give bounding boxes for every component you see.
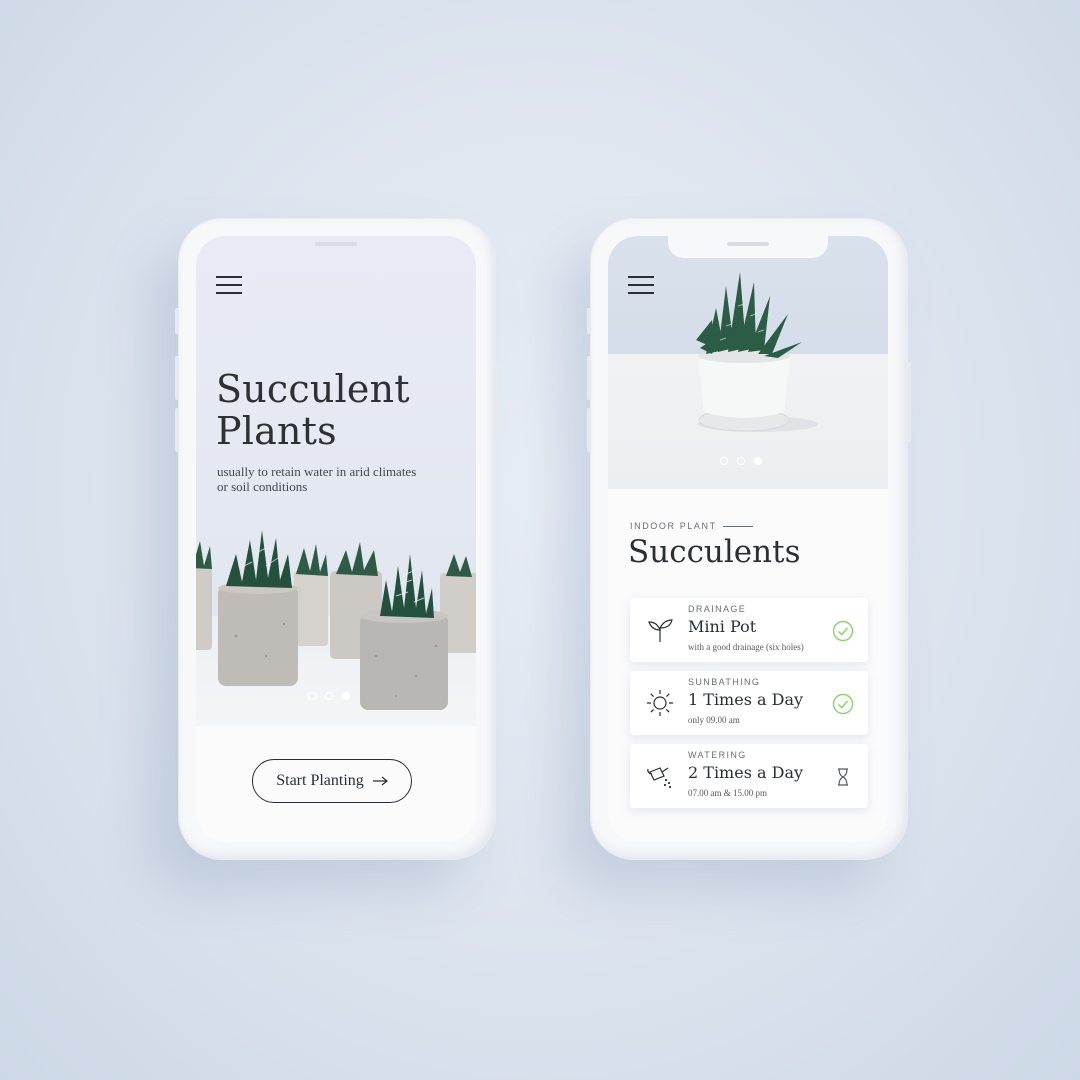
title-line-2: Plants: [216, 409, 337, 453]
carousel-dot[interactable]: [308, 692, 316, 700]
watering-can-icon: [647, 767, 672, 789]
section-label: INDOOR PLANT: [630, 521, 753, 531]
plant-photo: [608, 236, 888, 489]
phone-frame-left: Succulent Plants usually to retain water…: [175, 218, 499, 860]
notch: [668, 236, 828, 258]
carousel-indicator: [308, 692, 350, 700]
volume-down-button: [175, 408, 179, 452]
carousel-dot[interactable]: [720, 457, 728, 465]
care-card-watering[interactable]: WATERING 2 Times a Day 07.00 am & 15.00 …: [630, 744, 868, 808]
volume-up-button: [175, 356, 179, 400]
start-planting-label: Start Planting: [276, 772, 364, 789]
card-value: 1 Times a Day: [688, 690, 804, 709]
carousel-dot-active[interactable]: [342, 692, 350, 700]
carousel-dot[interactable]: [325, 692, 333, 700]
speaker: [727, 242, 769, 246]
card-category: DRAINAGE: [688, 604, 747, 614]
speaker: [315, 242, 357, 246]
volume-down-button: [587, 408, 591, 452]
power-button: [495, 362, 499, 442]
power-button: [907, 362, 911, 442]
cta-area: Start Planting: [196, 726, 476, 842]
check-circle-icon: [832, 693, 854, 715]
start-planting-button[interactable]: Start Planting: [252, 759, 412, 803]
volume-up-button: [587, 356, 591, 400]
arrow-right-icon: [372, 776, 388, 786]
plant-detail-screen: INDOOR PLANT Succulents DRAINAGE Mini Po…: [608, 236, 888, 842]
card-value: 2 Times a Day: [688, 763, 804, 782]
title-line-1: Succulent: [216, 367, 410, 411]
divider: [722, 525, 753, 527]
section-title: Succulents: [628, 534, 801, 570]
sun-icon: [647, 690, 673, 716]
page-title: Succulent Plants: [216, 368, 410, 452]
page-subtitle: usually to retain water in arid climates…: [217, 464, 417, 494]
care-card-sunbathing[interactable]: SUNBATHING 1 Times a Day only 09.00 am: [630, 671, 868, 735]
card-note: only 09.00 am: [688, 715, 740, 725]
carousel-dot-active[interactable]: [754, 457, 762, 465]
sprout-icon: [648, 619, 673, 642]
hourglass-icon: [838, 768, 848, 786]
carousel-dot[interactable]: [737, 457, 745, 465]
card-category: WATERING: [688, 750, 747, 760]
potted-succulent-illustration: [696, 272, 818, 432]
section-label-text: INDOOR PLANT: [630, 521, 717, 531]
menu-icon[interactable]: [628, 276, 654, 294]
mute-switch: [175, 308, 179, 334]
onboarding-screen: Succulent Plants usually to retain water…: [196, 236, 476, 842]
carousel-indicator: [720, 457, 762, 465]
care-card-drainage[interactable]: DRAINAGE Mini Pot with a good drainage (…: [630, 598, 868, 662]
menu-icon[interactable]: [216, 276, 242, 294]
check-circle-icon: [832, 620, 854, 642]
card-note: with a good drainage (six holes): [688, 642, 804, 652]
card-category: SUNBATHING: [688, 677, 761, 687]
mute-switch: [587, 308, 591, 334]
card-note: 07.00 am & 15.00 pm: [688, 788, 767, 798]
card-value: Mini Pot: [688, 617, 757, 636]
phone-frame-right: INDOOR PLANT Succulents DRAINAGE Mini Po…: [587, 218, 911, 860]
